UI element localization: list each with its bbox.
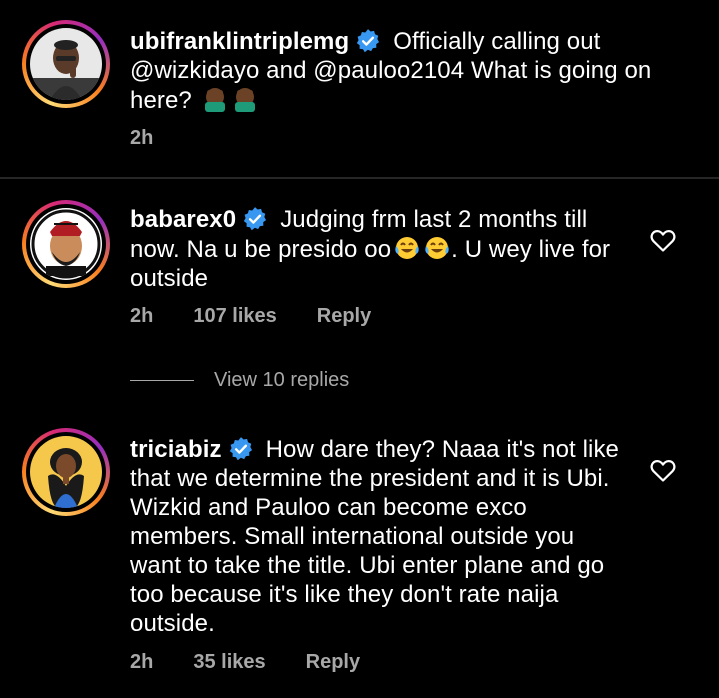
facepalm-emoji-icon (234, 88, 255, 112)
verified-badge-icon (357, 29, 380, 53)
comment-time: 2h (130, 651, 154, 673)
comment-time: 2h (130, 305, 154, 327)
username[interactable]: ubifranklintriplemg (130, 28, 349, 55)
verified-badge-icon (229, 437, 252, 461)
comment-meta: 2h (130, 127, 189, 150)
view-replies-label[interactable]: View 10 replies (214, 369, 349, 391)
heart-outline-icon[interactable] (650, 459, 676, 483)
verified-badge-icon (244, 207, 267, 231)
comment-body: ubifranklintriplemg Officially calling ou… (130, 27, 690, 115)
avatar[interactable] (30, 208, 102, 280)
facepalm-emoji-icon (204, 88, 225, 112)
comment-meta: 2h 35 likes Reply (130, 651, 396, 674)
view-replies-button[interactable]: View 10 replies (130, 369, 349, 392)
avatar[interactable] (30, 436, 102, 508)
comment-body: babarex0 Judging frm last 2 months till n… (130, 205, 620, 293)
username[interactable]: babarex0 (130, 206, 236, 233)
comment-time: 2h (130, 127, 154, 149)
avatar-ring[interactable] (22, 200, 110, 288)
avatar-ring[interactable] (22, 428, 110, 516)
avatar-border (26, 432, 106, 512)
avatar[interactable] (30, 28, 102, 100)
tears-of-joy-emoji-icon (425, 237, 449, 259)
reply-button[interactable]: Reply (306, 651, 360, 673)
comment-text: How dare they? Naaa it's not like that w… (130, 436, 619, 637)
divider (0, 177, 719, 179)
likes-count[interactable]: 107 likes (193, 305, 276, 327)
username[interactable]: triciabiz (130, 436, 222, 463)
comment-body: triciabiz How dare they? Naaa it's not li… (130, 435, 630, 638)
avatar-ring[interactable] (22, 20, 110, 108)
reply-button[interactable]: Reply (317, 305, 371, 327)
comment-meta: 2h 107 likes Reply (130, 305, 407, 328)
avatar-border (26, 204, 106, 284)
tears-of-joy-emoji-icon (395, 237, 419, 259)
avatar-border (26, 24, 106, 104)
replies-line (130, 380, 194, 382)
heart-outline-icon[interactable] (650, 229, 676, 253)
likes-count[interactable]: 35 likes (193, 651, 265, 673)
